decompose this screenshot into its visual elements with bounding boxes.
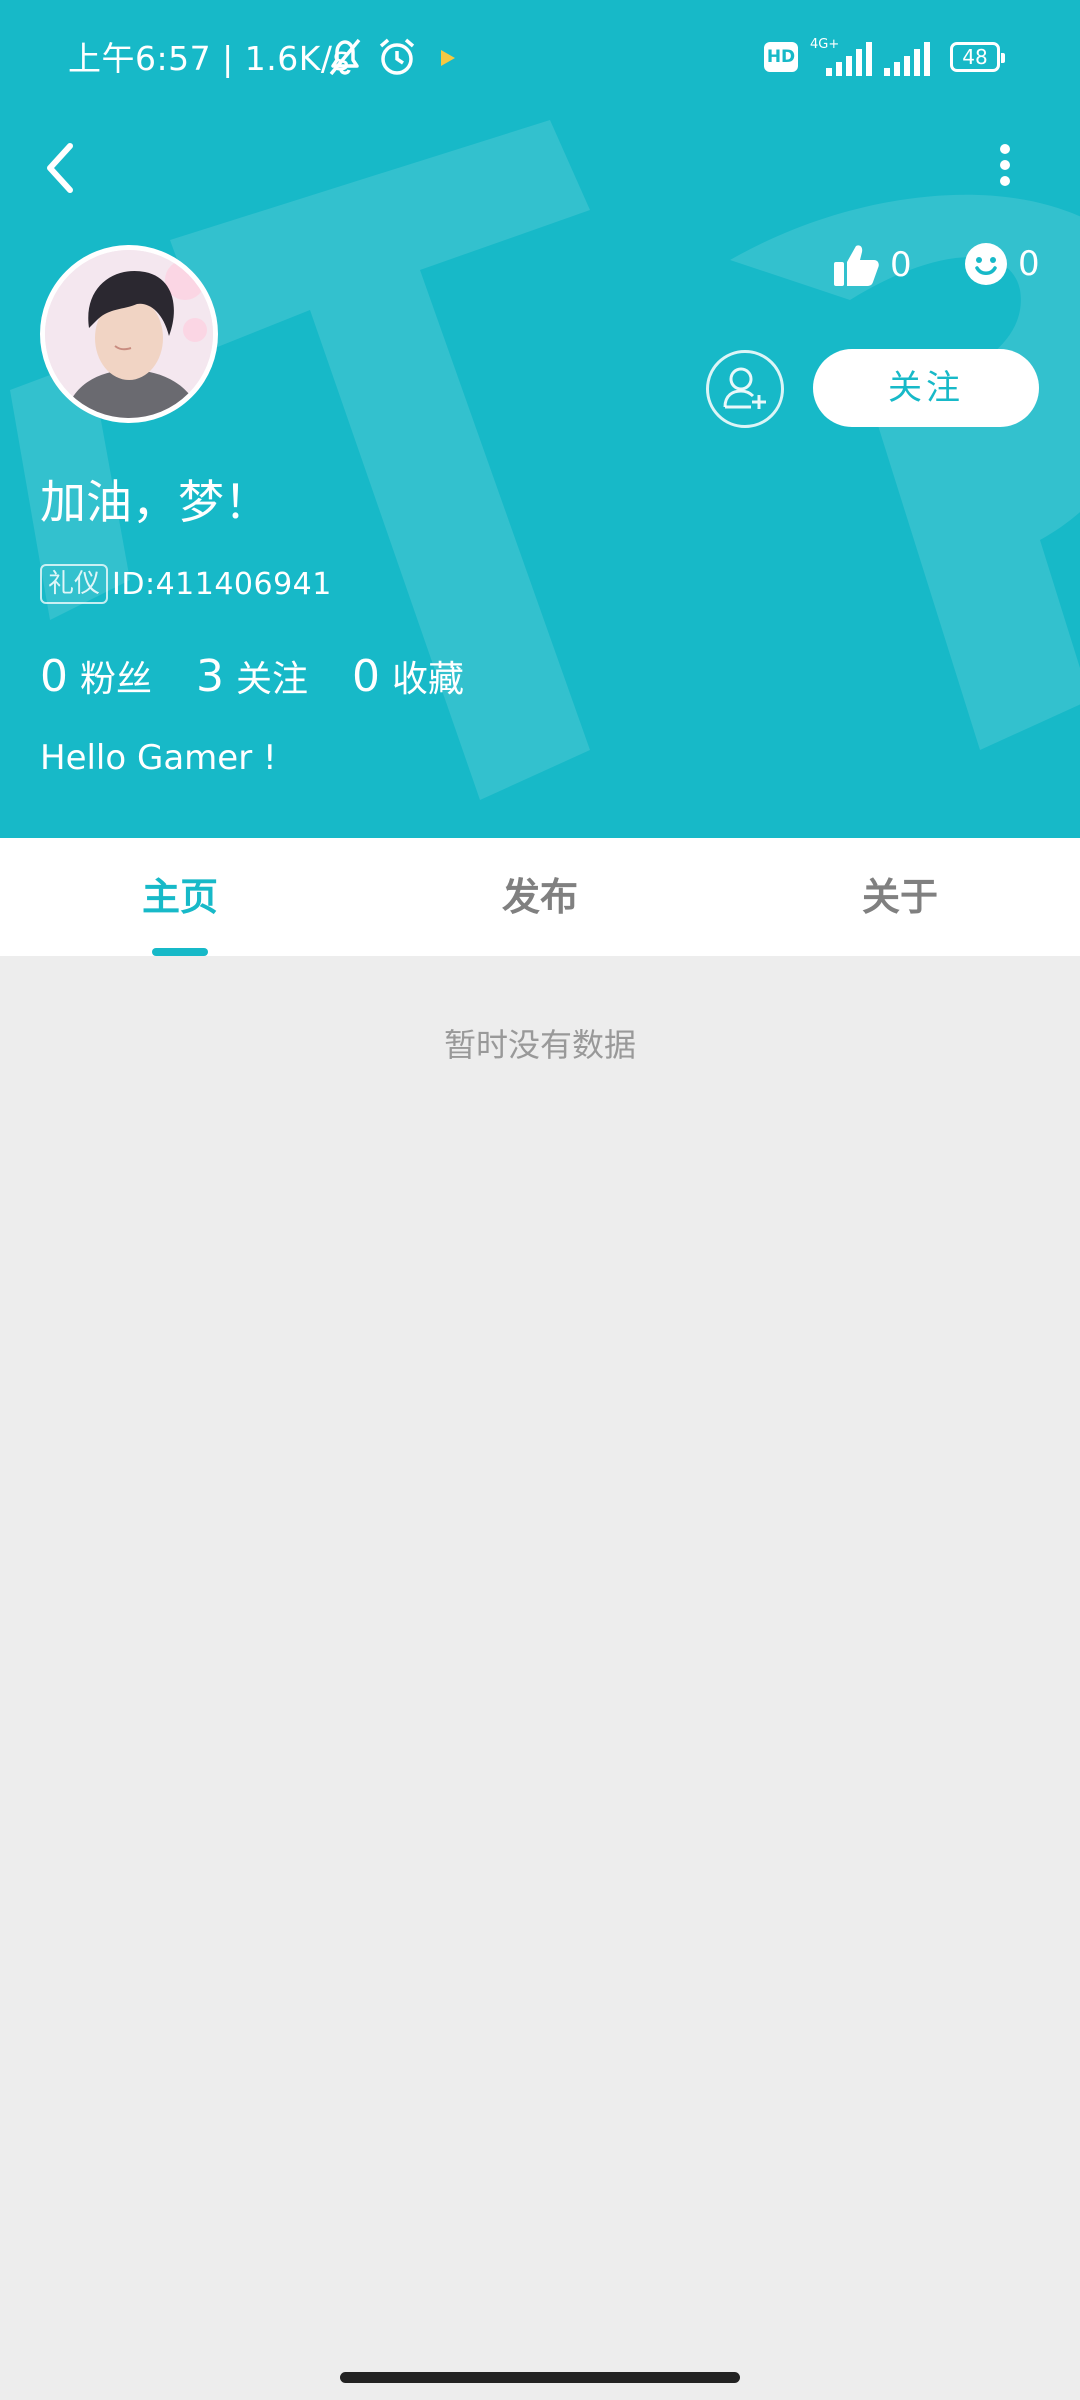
avatar[interactable] xyxy=(40,245,218,423)
signal-icon xyxy=(826,42,872,76)
user-id: ID:411406941 xyxy=(112,566,332,602)
mute-bell-icon xyxy=(329,38,361,76)
watermark-logo xyxy=(10,120,1080,800)
home-indicator[interactable] xyxy=(340,2372,740,2383)
tab-home-label: 主页 xyxy=(141,875,218,919)
favorites-count[interactable]: 0 xyxy=(352,651,380,702)
status-bar: 上午6:57 | 1.6K/s HD 4G+ 48 xyxy=(0,0,1080,115)
tab-bar: 主页 发布 关于 xyxy=(0,838,1080,956)
tab-posts-label: 发布 xyxy=(501,875,578,919)
signal-icon-2 xyxy=(884,42,930,76)
tab-about[interactable]: 关于 xyxy=(720,838,1080,956)
smile-icon xyxy=(965,243,1007,285)
thumbs-up-icon xyxy=(834,245,879,286)
favorites-label[interactable]: 收藏 xyxy=(392,650,464,702)
user-badge: 礼仪 xyxy=(40,564,109,604)
empty-state-text: 暂时没有数据 xyxy=(443,1026,636,1064)
following-label[interactable]: 关注 xyxy=(236,650,308,702)
more-menu-icon[interactable] xyxy=(990,140,1020,190)
like-stat[interactable]: 0 xyxy=(832,242,912,288)
tab-home[interactable]: 主页 xyxy=(0,838,360,956)
like-count: 0 xyxy=(890,245,912,285)
smile-stat[interactable]: 0 xyxy=(964,242,1040,286)
profile-header: 上午6:57 | 1.6K/s HD 4G+ 48 0 0 关注 加油，梦！ 礼… xyxy=(0,0,1080,838)
back-icon[interactable] xyxy=(40,138,80,198)
bio: Hello Gamer ! xyxy=(40,738,277,778)
fans-label[interactable]: 粉丝 xyxy=(80,650,152,702)
fans-count[interactable]: 0 xyxy=(40,651,68,702)
id-row: 礼仪 ID:411406941 xyxy=(40,564,332,604)
following-count[interactable]: 3 xyxy=(196,651,224,702)
add-user-icon xyxy=(723,367,766,409)
tab-posts[interactable]: 发布 xyxy=(360,838,720,956)
follow-button[interactable]: 关注 xyxy=(813,349,1039,427)
alarm-icon xyxy=(379,38,415,75)
tab-indicator xyxy=(152,948,208,956)
add-friend-button[interactable] xyxy=(706,350,784,428)
hd-badge: HD xyxy=(764,42,798,72)
tab-about-label: 关于 xyxy=(861,875,938,919)
battery-indicator: 48 xyxy=(950,42,1005,72)
play-notification-icon xyxy=(441,50,455,66)
status-time: 上午6:57 | 1.6K/s xyxy=(68,39,351,78)
nickname: 加油，梦！ xyxy=(40,475,270,529)
follow-counts: 0 粉丝 3 关注 0 收藏 xyxy=(40,650,508,702)
avatar-image xyxy=(45,250,213,418)
smile-count: 0 xyxy=(1018,244,1040,284)
